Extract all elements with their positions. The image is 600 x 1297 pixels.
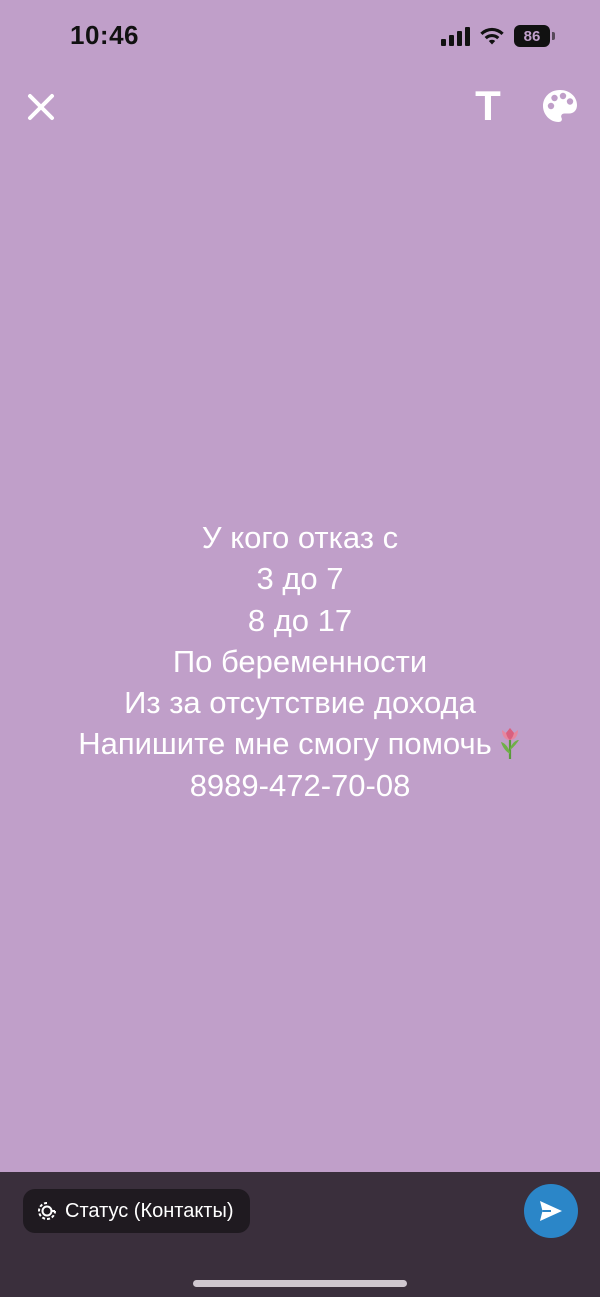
status-privacy-icon bbox=[38, 1202, 56, 1220]
wifi-icon bbox=[480, 27, 504, 45]
home-indicator[interactable] bbox=[193, 1280, 407, 1287]
text-style-button[interactable]: T bbox=[466, 84, 510, 128]
status-line: 8 до 17 bbox=[247, 602, 353, 638]
status-line: 8989-472-70-08 bbox=[189, 767, 411, 803]
status-icons: 86 bbox=[441, 22, 555, 50]
battery-icon: 86 bbox=[514, 25, 555, 47]
status-privacy-button[interactable]: Статус (Контакты) bbox=[23, 1189, 250, 1233]
cellular-signal-icon bbox=[441, 26, 470, 46]
status-line: Напишите мне смогу помочь bbox=[78, 726, 492, 762]
status-line: Из за отсутствие дохода bbox=[124, 685, 476, 721]
close-icon bbox=[28, 94, 54, 120]
status-privacy-label: Статус (Контакты) bbox=[65, 1199, 234, 1222]
text-tool-icon: T bbox=[475, 82, 501, 129]
close-button[interactable] bbox=[20, 86, 62, 128]
color-palette-button[interactable] bbox=[538, 84, 582, 128]
clock-time: 10:46 bbox=[70, 20, 139, 50]
status-text-content: У кого отказ с 3 до 7 8 до 17 По беремен… bbox=[0, 517, 600, 806]
status-line: 3 до 7 bbox=[256, 561, 344, 597]
send-button[interactable] bbox=[524, 1184, 578, 1238]
status-line-with-emoji: Напишите мне смогу помочь bbox=[0, 723, 600, 764]
tulip-icon bbox=[500, 728, 519, 760]
status-line: По беременности bbox=[172, 643, 428, 679]
system-status-bar: 10:46 86 bbox=[0, 0, 600, 72]
send-icon bbox=[540, 1201, 562, 1221]
battery-level: 86 bbox=[523, 27, 541, 45]
palette-icon bbox=[543, 90, 577, 122]
bottom-bar: Статус (Контакты) bbox=[0, 1172, 600, 1297]
status-line: У кого отказ с bbox=[201, 520, 399, 555]
